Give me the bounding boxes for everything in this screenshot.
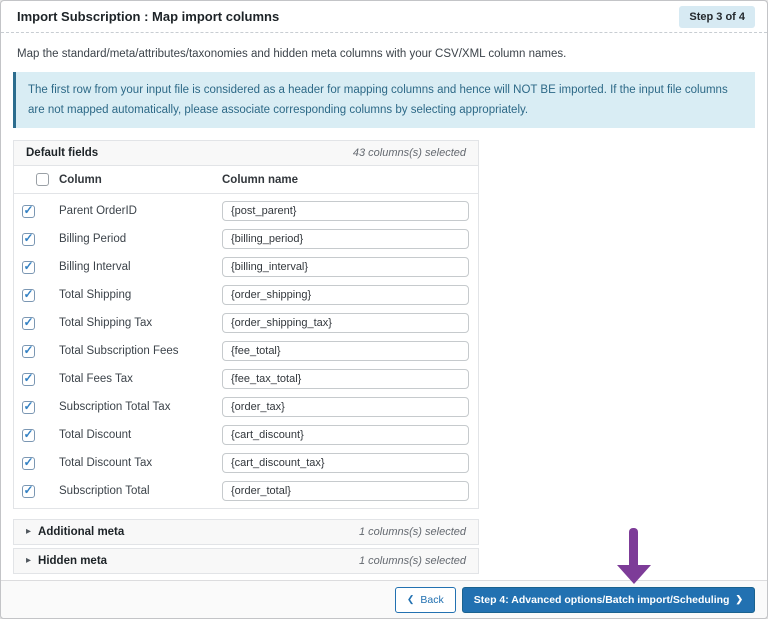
- next-step-button-label: Step 4: Advanced options/Batch import/Sc…: [474, 594, 730, 606]
- table-row: Total Shipping Tax: [14, 309, 478, 337]
- info-notice-text: The first row from your input file is co…: [28, 84, 728, 116]
- row-checkbox[interactable]: [22, 401, 35, 414]
- default-fields-header[interactable]: Default fields 43 columns(s) selected: [13, 140, 479, 166]
- back-button[interactable]: ❮ Back: [395, 587, 456, 613]
- next-step-button[interactable]: Step 4: Advanced options/Batch import/Sc…: [462, 587, 755, 613]
- row-label: Total Shipping: [59, 289, 222, 301]
- row-label: Subscription Total: [59, 485, 222, 497]
- column-name-input[interactable]: [222, 425, 469, 445]
- table-row: Subscription Total: [14, 477, 478, 505]
- default-fields-title: Default fields: [26, 147, 98, 159]
- back-button-label: Back: [420, 594, 443, 606]
- column-name-input[interactable]: [222, 313, 469, 333]
- row-checkbox[interactable]: [22, 317, 35, 330]
- row-checkbox[interactable]: [22, 205, 35, 218]
- wizard-header: Import Subscription : Map import columns…: [1, 1, 767, 33]
- column-name-input[interactable]: [222, 341, 469, 361]
- table-row: Billing Period: [14, 225, 478, 253]
- row-label: Total Discount: [59, 429, 222, 441]
- chevron-right-icon: ❯: [735, 595, 743, 604]
- table-row: Total Shipping: [14, 281, 478, 309]
- row-checkbox[interactable]: [22, 261, 35, 274]
- row-checkbox[interactable]: [22, 485, 35, 498]
- chevron-left-icon: ❮: [407, 595, 415, 604]
- column-name-input[interactable]: [222, 229, 469, 249]
- column-name-input[interactable]: [222, 285, 469, 305]
- row-label: Billing Period: [59, 233, 222, 245]
- row-label: Subscription Total Tax: [59, 401, 222, 413]
- additional-meta-header[interactable]: ▸ Additional meta 1 columns(s) selected: [13, 519, 479, 545]
- row-label: Total Subscription Fees: [59, 345, 222, 357]
- row-label: Total Discount Tax: [59, 457, 222, 469]
- column-header: Column: [59, 174, 222, 186]
- row-label: Total Fees Tax: [59, 373, 222, 385]
- row-checkbox[interactable]: [22, 345, 35, 358]
- table-row: Total Discount Tax: [14, 449, 478, 477]
- hidden-meta-header[interactable]: ▸ Hidden meta 1 columns(s) selected: [13, 548, 479, 574]
- table-header-row: Column Column name: [13, 166, 479, 194]
- column-mapping: Default fields 43 columns(s) selected Co…: [13, 140, 479, 574]
- row-label: Billing Interval: [59, 261, 222, 273]
- table-row: Subscription Total Tax: [14, 393, 478, 421]
- column-name-input[interactable]: [222, 201, 469, 221]
- select-all-checkbox[interactable]: [36, 173, 49, 186]
- column-name-input[interactable]: [222, 481, 469, 501]
- additional-meta-title: Additional meta: [38, 526, 124, 538]
- info-notice: The first row from your input file is co…: [13, 72, 755, 128]
- step-badge: Step 3 of 4: [679, 6, 755, 28]
- row-checkbox[interactable]: [22, 233, 35, 246]
- column-name-header: Column name: [222, 174, 298, 186]
- column-name-input[interactable]: [222, 453, 469, 473]
- wizard-footer: ❮ Back Step 4: Advanced options/Batch im…: [1, 580, 767, 618]
- annotation-arrow-icon: [617, 528, 651, 584]
- column-name-input[interactable]: [222, 369, 469, 389]
- additional-meta-count: 1 columns(s) selected: [359, 526, 466, 538]
- hidden-meta-title: Hidden meta: [38, 555, 107, 567]
- row-checkbox[interactable]: [22, 373, 35, 386]
- import-wizard-panel: Import Subscription : Map import columns…: [0, 0, 768, 619]
- column-name-input[interactable]: [222, 397, 469, 417]
- table-row: Total Fees Tax: [14, 365, 478, 393]
- column-name-input[interactable]: [222, 257, 469, 277]
- collapsed-arrow-icon: ▸: [26, 527, 31, 537]
- table-row: Billing Interval: [14, 253, 478, 281]
- table-row: Total Subscription Fees: [14, 337, 478, 365]
- description-text: Map the standard/meta/attributes/taxonom…: [17, 48, 751, 60]
- row-label: Parent OrderID: [59, 205, 222, 217]
- row-checkbox[interactable]: [22, 289, 35, 302]
- hidden-meta-count: 1 columns(s) selected: [359, 555, 466, 567]
- row-label: Total Shipping Tax: [59, 317, 222, 329]
- collapsed-arrow-icon: ▸: [26, 556, 31, 566]
- table-body: Parent OrderID Billing Period Billing Inte…: [13, 194, 479, 509]
- table-row: Total Discount: [14, 421, 478, 449]
- table-row: Parent OrderID: [14, 197, 478, 225]
- row-checkbox[interactable]: [22, 429, 35, 442]
- default-fields-count: 43 columns(s) selected: [353, 147, 466, 159]
- page-title: Import Subscription : Map import columns: [17, 9, 279, 24]
- row-checkbox[interactable]: [22, 457, 35, 470]
